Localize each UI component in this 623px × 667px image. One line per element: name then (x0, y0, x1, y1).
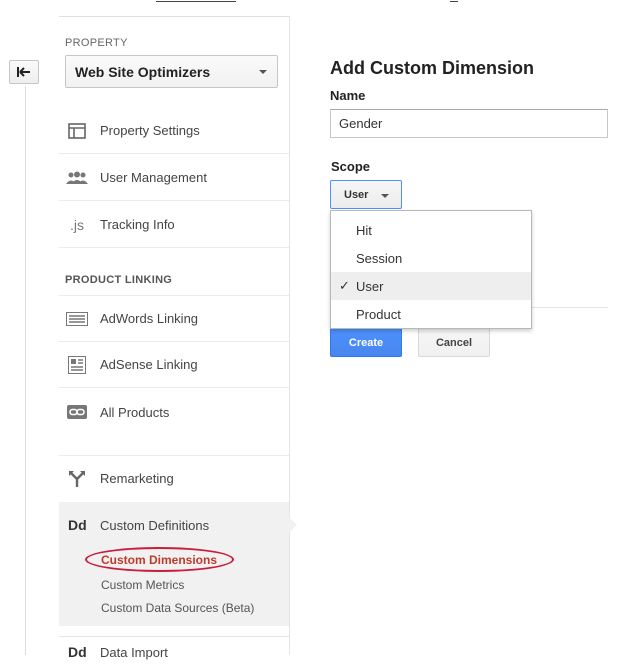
top-header-fragment (156, 0, 236, 2)
property-select-value: Web Site Optimizers (75, 63, 211, 80)
page-title: Add Custom Dimension (330, 58, 535, 78)
scope-dropdown-value: User (344, 188, 369, 201)
cancel-button[interactable]: Cancel (418, 328, 490, 357)
sidebar-item-user-management[interactable]: User Management (59, 155, 289, 201)
sidebar-item-label: AdSense Linking (100, 357, 198, 372)
scope-field-label: Scope (331, 159, 371, 174)
sidebar-item-label: User Management (100, 170, 207, 185)
name-input[interactable] (330, 109, 608, 138)
scope-dropdown-menu: Hit Session ✓ User Product (330, 210, 532, 329)
scope-option-session[interactable]: Session (331, 244, 531, 272)
menu-item-label: User (356, 278, 384, 294)
sidebar-item-data-import[interactable]: Dd Data Import (59, 636, 289, 667)
sidebar-item-label: Remarketing (100, 471, 174, 486)
sidebar-item-label: Tracking Info (100, 217, 175, 232)
annotation-ellipse (85, 547, 234, 572)
sidebar-item-remarketing[interactable]: Remarketing (59, 455, 289, 501)
sidebar-item-adsense-linking[interactable]: AdSense Linking (59, 342, 289, 388)
scope-option-user[interactable]: ✓ User (331, 272, 531, 300)
property-select[interactable]: Web Site Optimizers (65, 55, 278, 88)
sidebar-top-border (59, 16, 289, 17)
create-button[interactable]: Create (330, 328, 402, 357)
scope-option-product[interactable]: Product (331, 300, 531, 328)
dd-icon: Dd (68, 517, 87, 533)
adwords-icon (66, 309, 88, 329)
top-header-fragment (450, 0, 458, 2)
menu-item-label: Product (356, 306, 401, 322)
sidebar-item-label: Data Import (100, 644, 168, 660)
sidebar-item-property-settings[interactable]: Property Settings (59, 108, 289, 154)
back-arrow-icon (17, 67, 30, 77)
sidebar-item-label: Custom Definitions (100, 517, 210, 533)
sidebar-item-all-products[interactable]: All Products (59, 389, 289, 435)
sidebar-item-adwords-linking[interactable]: AdWords Linking (59, 296, 289, 342)
sidebar-item-tracking-info[interactable]: .js Tracking Info (59, 202, 289, 248)
js-icon: .js (70, 216, 84, 233)
dd-icon: Dd (68, 644, 87, 660)
sidebar-item-label: All Products (100, 404, 170, 420)
sidebar-item-custom-definitions[interactable]: Dd Custom Definitions (59, 502, 289, 548)
layout-icon (66, 121, 88, 141)
product-linking-section-label: PRODUCT LINKING (65, 274, 173, 286)
property-section-label: PROPERTY (65, 37, 128, 49)
gutter-divider (25, 86, 26, 655)
checkmark-icon: ✓ (339, 278, 350, 293)
adsense-icon (66, 355, 88, 375)
sidebar-subitem-custom-metrics[interactable]: Custom Metrics (101, 578, 184, 592)
fork-icon (66, 469, 88, 489)
back-button[interactable] (9, 60, 39, 84)
scope-option-hit[interactable]: Hit (331, 216, 531, 244)
chevron-down-icon (259, 70, 267, 74)
sidebar-subitem-custom-data-sources[interactable]: Custom Data Sources (Beta) (101, 601, 254, 615)
users-icon (66, 168, 88, 188)
active-pointer (288, 516, 297, 534)
sidebar-item-label: AdWords Linking (100, 311, 199, 326)
link-icon (66, 402, 88, 422)
chevron-down-icon (381, 194, 389, 198)
menu-item-label: Session (356, 250, 403, 266)
scope-dropdown[interactable]: User (330, 180, 402, 209)
sidebar-item-label: Property Settings (100, 123, 200, 138)
menu-item-label: Hit (356, 222, 372, 238)
name-field-label: Name (330, 88, 366, 103)
